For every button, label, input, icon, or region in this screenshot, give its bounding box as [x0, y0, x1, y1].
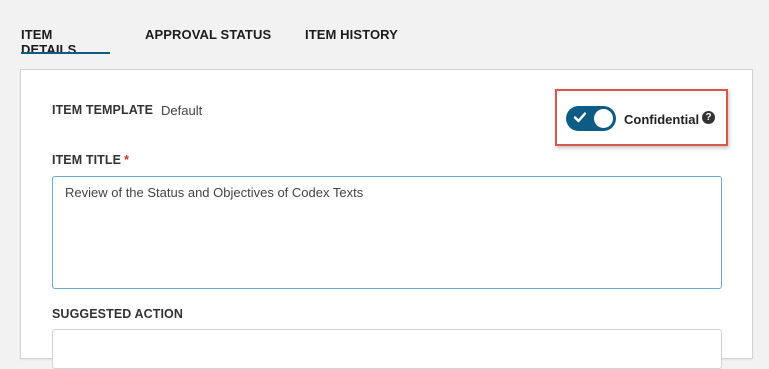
- confidential-label: Confidential: [624, 112, 700, 127]
- tab-item-details[interactable]: ITEM DETAILS: [21, 27, 110, 57]
- confidential-toggle-highlight: Confidential ?: [555, 89, 728, 146]
- suggested-action-label: SUGGESTED ACTION: [52, 307, 184, 321]
- question-circle-icon[interactable]: ?: [702, 111, 715, 124]
- item-template-label: ITEM TEMPLATE: [52, 103, 154, 117]
- tab-approval-status[interactable]: APPROVAL STATUS: [145, 27, 271, 42]
- item-template-value: Default: [161, 103, 203, 118]
- tab-bar: ITEM DETAILS APPROVAL STATUS ITEM HISTOR…: [0, 0, 769, 60]
- required-marker: *: [124, 153, 130, 167]
- item-details-panel: ITEM TEMPLATE Default Confidential ? ITE…: [20, 69, 753, 369]
- tab-item-history[interactable]: ITEM HISTORY: [305, 27, 398, 42]
- confidential-toggle[interactable]: [566, 106, 616, 131]
- check-icon: [573, 112, 587, 123]
- suggested-action-input[interactable]: [52, 329, 722, 369]
- item-title-label: ITEM TITLE *: [52, 153, 130, 167]
- item-title-input[interactable]: Review of the Status and Objectives of C…: [52, 176, 722, 289]
- toggle-knob: [594, 109, 613, 128]
